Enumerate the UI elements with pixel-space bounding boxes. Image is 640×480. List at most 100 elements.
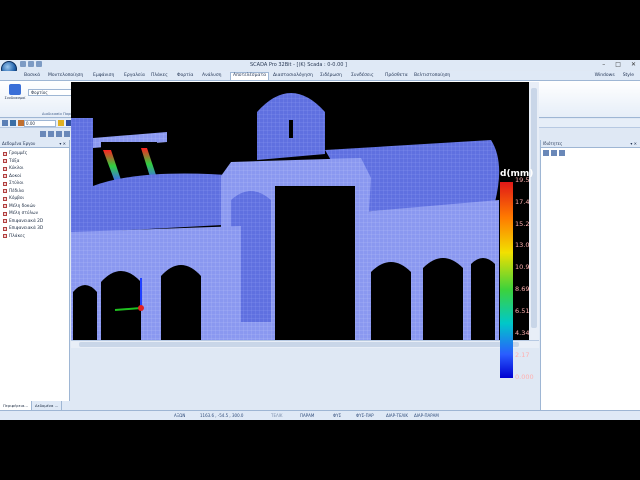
menu-item-design[interactable]: Διαστασιολόγηση (273, 73, 313, 78)
tree-item-label: Τόξα (9, 158, 20, 164)
tree-item[interactable]: Πλάκες (3, 233, 69, 241)
status-diar-param[interactable]: ΔΙΑΡ-ΠΑΡΑΜ (414, 413, 439, 418)
dome-window (289, 120, 293, 138)
save-icon[interactable] (20, 61, 26, 67)
beams-icon (3, 174, 7, 179)
structure-3d-render (71, 93, 500, 340)
tree-item-label: Κύκλοι (9, 166, 24, 171)
tree-item-label: Στύλοι (9, 181, 24, 186)
tab-data[interactable]: Δεδομένα ... (32, 401, 63, 410)
arcade-opening (73, 285, 97, 340)
window-title: SCADA Pro 32Bit - [(K) Scada : 0-0.00 ] (250, 62, 347, 68)
axis-origin (138, 305, 144, 311)
status-param[interactable]: ΠΑΡΑΜ (300, 413, 314, 418)
status-diar-final[interactable]: ΔΙΑΡ-ΤΕΛΙΚ (386, 413, 408, 418)
menu-item-addons[interactable]: Πρόσθετα (385, 73, 408, 78)
ribbon-button-label: Συνδυασμοί (4, 96, 26, 100)
status-coordinates: 1163.6 , -54.5 , 300.0 (200, 413, 244, 418)
status-final[interactable]: ΤΕΛΙΚ (271, 413, 283, 418)
line-tool-icon[interactable] (40, 131, 46, 137)
menu-item-modeling[interactable]: Μοντελοποίηση (48, 73, 83, 78)
tree-item[interactable]: Δοκοί (3, 173, 69, 181)
status-bar: ΑΞΩΝ 1163.6 , -54.5 , 300.0 ΤΕΛΙΚ ΠΑΡΑΜ … (0, 410, 640, 420)
surface-3d-icon (3, 226, 7, 231)
menu-item-optimization[interactable]: Βελτιστοποίηση (414, 73, 450, 78)
menu-item-results[interactable]: Αποτελέσματα (230, 72, 270, 80)
legend-label: 0.000 (515, 373, 534, 381)
menu-item-reinforcement[interactable]: Σιδέρωση (320, 73, 342, 78)
tree-item[interactable]: Κόμβοι (3, 195, 69, 203)
tree-item-label: Μέλη στύλων (9, 211, 38, 216)
title-bar: SCADA Pro 32Bit - [(K) Scada : 0-0.00 ] … (0, 60, 640, 70)
status-phys-par[interactable]: ΦΥΣ-ΠΑΡ (356, 413, 374, 418)
load-case-value: Φορτίος (31, 90, 48, 95)
maximize-icon[interactable]: □ (615, 61, 621, 68)
redo-icon[interactable] (36, 61, 42, 67)
pin-icon[interactable]: ▾ ✕ (59, 140, 66, 148)
menu-item-view[interactable]: Εμφάνιση (93, 73, 114, 78)
status-phys[interactable]: ΦΥΣ (333, 413, 341, 418)
viewport-vertical-scrollbar[interactable] (529, 82, 539, 340)
beam-members-icon (3, 204, 7, 209)
style-menu[interactable]: Style (623, 73, 634, 78)
columns-icon (3, 181, 7, 186)
lines-icon (3, 151, 7, 156)
ribbon-combinations-button[interactable]: Συνδυασμοί (4, 84, 26, 100)
project-data-panel: Δεδομένα Έργου ▾ ✕ Γραμμές Τόξα Κύκλοι Δ… (0, 140, 70, 410)
tree-item[interactable]: Επιφανειακά 2D (3, 218, 69, 226)
viewport-horizontal-scrollbar[interactable] (71, 340, 539, 348)
menu-item-basika[interactable]: Βασικά (24, 73, 40, 78)
tab-environment[interactable]: Περιφέρεια... (0, 401, 33, 410)
arcade-opening (471, 258, 495, 340)
toolbar-icons-left (2, 120, 24, 126)
pin-icon[interactable]: ▾ ✕ (630, 140, 637, 148)
props-icon[interactable] (559, 150, 565, 156)
menu-item-tools[interactable]: Εργαλεία (124, 73, 145, 78)
scroll-thumb[interactable] (531, 88, 537, 328)
tree-item-label: Πλάκες (9, 233, 25, 239)
tree-item-label: Κόμβοι (9, 196, 25, 201)
arc-tool-icon[interactable] (56, 131, 62, 137)
close-icon[interactable]: ✕ (631, 61, 636, 68)
legend-color-scale (500, 182, 513, 378)
legend-label: 19.5 (515, 176, 530, 184)
polyline-tool-icon[interactable] (48, 131, 54, 137)
menu-item-connections[interactable]: Συνδέσεις (351, 73, 374, 78)
color-icon[interactable] (58, 120, 64, 126)
sort-icon[interactable] (543, 150, 549, 156)
zoom-input[interactable]: 0.00 (24, 120, 56, 127)
menu-right-area: Windows Style (595, 73, 634, 78)
tree-item[interactable]: Κύκλοι (3, 165, 69, 173)
alpha-icon[interactable] (551, 150, 557, 156)
tree-item[interactable]: Στύλοι (3, 180, 69, 188)
arcade-opening (101, 271, 141, 340)
tree-item[interactable]: Επιφανειακά 3D (3, 225, 69, 233)
minimize-icon[interactable]: – (602, 61, 605, 68)
legend-label: 13.0 (515, 241, 530, 249)
slabs-icon (3, 234, 7, 239)
tree-item-label: Πέδιλα (9, 188, 25, 194)
tree-item[interactable]: Πέδιλα (3, 188, 69, 196)
legend-label: 8.69 (515, 285, 530, 293)
arcade-opening (161, 265, 201, 340)
properties-panel: Ιδιότητες ▾ ✕ (540, 140, 640, 410)
tree-item[interactable]: Γραμμές (3, 150, 69, 158)
circle-tool-icon[interactable] (64, 131, 70, 137)
snap-icon[interactable] (10, 120, 16, 126)
windows-menu[interactable]: Windows (595, 73, 615, 78)
undo-icon[interactable] (28, 61, 34, 67)
left-panel-tabs: Περιφέρεια... Δεδομένα ... (0, 401, 70, 410)
arcade-opening (423, 258, 463, 340)
scroll-thumb[interactable] (79, 342, 519, 347)
menu-item-analysis[interactable]: Ανάλυση (202, 73, 222, 78)
model-viewport[interactable] (71, 82, 539, 340)
circles-icon (3, 166, 7, 171)
tree-item[interactable]: Μέλη δοκών (3, 203, 69, 211)
menu-item-slabs[interactable]: Πλάκες (151, 73, 168, 78)
menu-item-loads[interactable]: Φορτία (177, 73, 193, 78)
panel-header: Δεδομένα Έργου ▾ ✕ (0, 140, 69, 148)
tree-item[interactable]: Τόξα (3, 158, 69, 166)
tree-item[interactable]: Μέλη στύλων (3, 210, 69, 218)
arcs-icon (3, 159, 7, 164)
grid-icon[interactable] (2, 120, 8, 126)
